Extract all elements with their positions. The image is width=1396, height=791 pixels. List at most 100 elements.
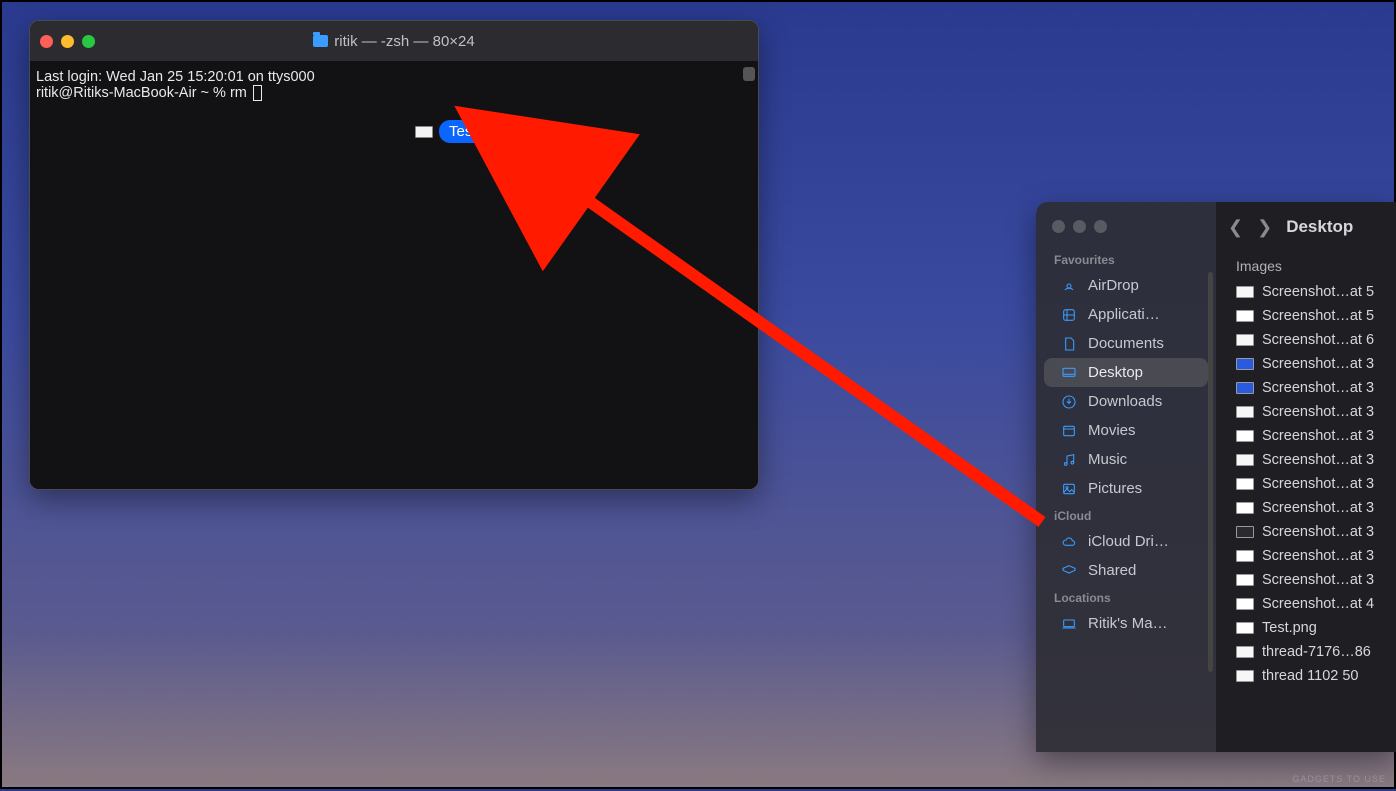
image-file-icon — [1236, 382, 1254, 394]
sidebar-item-label: Shared — [1088, 562, 1136, 579]
column-header-images[interactable]: Images — [1216, 252, 1396, 280]
sidebar-item-label: Downloads — [1088, 393, 1162, 410]
file-name: Screenshot…at 3 — [1262, 428, 1374, 444]
document-icon — [1060, 337, 1078, 351]
file-name: Screenshot…at 3 — [1262, 524, 1374, 540]
terminal-prompt-line: ritik@Ritiks-MacBook-Air ~ % rm — [36, 85, 752, 101]
minimize-icon[interactable] — [1073, 220, 1086, 233]
sidebar-item-icloud-drive[interactable]: iCloud Dri… — [1044, 527, 1208, 556]
sidebar-item-label: iCloud Dri… — [1088, 533, 1169, 550]
file-name: Screenshot…at 4 — [1262, 596, 1374, 612]
close-icon[interactable] — [40, 35, 53, 48]
file-name: Screenshot…at 3 — [1262, 476, 1374, 492]
back-icon[interactable]: ❮ — [1228, 217, 1243, 238]
sidebar-item-shared[interactable]: Shared — [1044, 556, 1208, 585]
sidebar-item-this-mac[interactable]: Ritik's Ma… — [1044, 609, 1208, 638]
finder-sidebar[interactable]: Favourites AirDrop Applicati… Documents … — [1036, 202, 1216, 752]
file-row[interactable]: Screenshot…at 3 — [1216, 544, 1396, 568]
scrollbar-icon[interactable] — [1208, 272, 1213, 672]
file-row[interactable]: Screenshot…at 3 — [1216, 568, 1396, 592]
watermark: GADGETS TO USE — [1292, 774, 1386, 784]
file-row[interactable]: Test.png — [1216, 616, 1396, 640]
sidebar-item-label: Documents — [1088, 335, 1164, 352]
image-file-icon — [1236, 598, 1254, 610]
file-name: Screenshot…at 6 — [1262, 332, 1374, 348]
terminal-titlebar[interactable]: ritik — -zsh — 80×24 — [30, 21, 758, 61]
file-name: thread 1102 50 — [1262, 668, 1358, 684]
pictures-icon — [1060, 482, 1078, 496]
image-file-icon — [1236, 286, 1254, 298]
file-name: Screenshot…at 3 — [1262, 356, 1374, 372]
file-row[interactable]: Screenshot…at 5 — [1216, 280, 1396, 304]
close-icon[interactable] — [1052, 220, 1065, 233]
image-file-icon — [1236, 622, 1254, 634]
forward-icon[interactable]: ❯ — [1257, 217, 1272, 238]
breadcrumb: Desktop — [1286, 217, 1353, 237]
file-row[interactable]: Screenshot…at 3 — [1216, 400, 1396, 424]
sidebar-item-desktop[interactable]: Desktop — [1044, 358, 1208, 387]
music-icon — [1060, 453, 1078, 467]
laptop-icon — [1060, 617, 1078, 631]
sidebar-item-label: Ritik's Ma… — [1088, 615, 1168, 632]
file-row[interactable]: Screenshot…at 3 — [1216, 472, 1396, 496]
file-row[interactable]: Screenshot…at 4 — [1216, 592, 1396, 616]
file-name: Screenshot…at 3 — [1262, 404, 1374, 420]
zoom-icon[interactable] — [1094, 220, 1107, 233]
sidebar-item-label: Applicati… — [1088, 306, 1160, 323]
file-row[interactable]: thread-7176…86 — [1216, 640, 1396, 664]
file-row[interactable]: Screenshot…at 6 — [1216, 328, 1396, 352]
file-row[interactable]: Screenshot…at 3 — [1216, 376, 1396, 400]
sidebar-item-applications[interactable]: Applicati… — [1044, 300, 1208, 329]
sidebar-item-music[interactable]: Music — [1044, 445, 1208, 474]
image-file-icon — [1236, 502, 1254, 514]
scrollbar-icon[interactable] — [743, 67, 755, 81]
sidebar-item-label: Music — [1088, 451, 1127, 468]
file-row[interactable]: Screenshot…at 3 — [1216, 448, 1396, 472]
file-name: Screenshot…at 5 — [1262, 284, 1374, 300]
file-row[interactable]: Screenshot…at 3 — [1216, 352, 1396, 376]
file-name: Screenshot…at 3 — [1262, 452, 1374, 468]
download-icon — [1060, 395, 1078, 409]
apps-icon — [1060, 308, 1078, 322]
file-row[interactable]: Screenshot…at 3 — [1216, 520, 1396, 544]
shared-icon — [1060, 564, 1078, 578]
minimize-icon[interactable] — [61, 35, 74, 48]
file-name: Screenshot…at 3 — [1262, 380, 1374, 396]
image-file-icon — [1236, 430, 1254, 442]
finder-content[interactable]: ❮ ❯ Desktop Images Screenshot…at 5Screen… — [1216, 202, 1396, 752]
terminal-output-line: Last login: Wed Jan 25 15:20:01 on ttys0… — [36, 69, 752, 85]
sidebar-item-downloads[interactable]: Downloads — [1044, 387, 1208, 416]
file-name: Screenshot…at 3 — [1262, 572, 1374, 588]
image-file-icon — [1236, 550, 1254, 562]
image-file-icon — [1236, 646, 1254, 658]
section-favourites: Favourites — [1036, 247, 1216, 271]
finder-window[interactable]: Favourites AirDrop Applicati… Documents … — [1036, 202, 1396, 752]
file-name: Test.png — [1262, 620, 1317, 636]
terminal-title: ritik — -zsh — 80×24 — [30, 33, 758, 50]
image-file-icon — [1236, 526, 1254, 538]
file-list[interactable]: Screenshot…at 5 Screenshot…at 5 Screenshot… — [1216, 280, 1396, 752]
file-name: Screenshot…at 3 — [1262, 548, 1374, 564]
terminal-body[interactable]: Last login: Wed Jan 25 15:20:01 on ttys0… — [30, 61, 758, 489]
image-file-icon — [1236, 670, 1254, 682]
file-name: thread-7176…86 — [1262, 644, 1371, 660]
sidebar-item-pictures[interactable]: Pictures — [1044, 474, 1208, 503]
finder-toolbar: ❮ ❯ Desktop — [1216, 202, 1396, 252]
sidebar-item-movies[interactable]: Movies — [1044, 416, 1208, 445]
file-name: Screenshot…at 5 — [1262, 308, 1374, 324]
image-file-icon — [1236, 310, 1254, 322]
sidebar-item-airdrop[interactable]: AirDrop — [1044, 271, 1208, 300]
image-file-icon — [1236, 454, 1254, 466]
terminal-prompt: ritik@Ritiks-MacBook-Air ~ % rm — [36, 85, 251, 101]
file-row[interactable]: Screenshot…at 3 — [1216, 496, 1396, 520]
zoom-icon[interactable] — [82, 35, 95, 48]
cursor-icon — [253, 85, 262, 101]
file-row[interactable]: Screenshot…at 5 — [1216, 304, 1396, 328]
sidebar-item-documents[interactable]: Documents — [1044, 329, 1208, 358]
sidebar-item-label: Pictures — [1088, 480, 1142, 497]
folder-icon — [313, 35, 328, 47]
file-row[interactable]: Screenshot…at 3 — [1216, 424, 1396, 448]
terminal-window[interactable]: ritik — -zsh — 80×24 Last login: Wed Jan… — [29, 20, 759, 490]
file-row[interactable]: thread 1102 50 — [1216, 664, 1396, 688]
image-file-icon — [1236, 478, 1254, 490]
